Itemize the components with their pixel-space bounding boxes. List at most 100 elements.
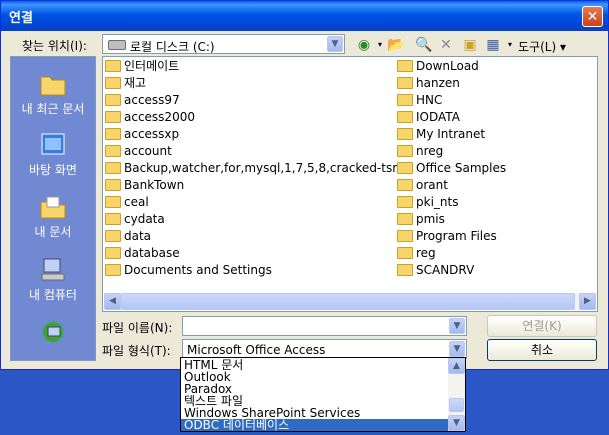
search-web-icon[interactable]: 🔍 [415, 36, 433, 54]
list-item[interactable]: Documents and Settings [105, 262, 272, 279]
place-computer[interactable]: 내 컴퓨터 [11, 257, 95, 303]
folder-icon [105, 246, 121, 259]
list-item[interactable]: 인터메이트 [105, 58, 179, 75]
list-item-label: accessxp [124, 127, 180, 141]
filename-input[interactable]: ▼ [182, 316, 467, 336]
list-item-label: account [124, 144, 172, 158]
cancel-button[interactable]: 취소 [487, 339, 597, 361]
list-item[interactable]: pmis [397, 211, 445, 228]
place-documents[interactable]: 내 문서 [11, 194, 95, 240]
close-button[interactable]: ✕ [582, 6, 603, 27]
list-item[interactable]: pki_nts [397, 194, 458, 211]
title-bar: 연결 ✕ [1, 1, 608, 31]
list-item-label: Documents and Settings [124, 263, 272, 277]
dropdown-option[interactable]: ODBC 데이터베이스 [181, 419, 448, 431]
list-item-label: pmis [416, 212, 445, 226]
place-computer-label: 내 컴퓨터 [29, 288, 77, 302]
dropdown-scrollbar[interactable]: ▲ ▼ [448, 358, 465, 431]
list-item[interactable]: SCANDRV [397, 262, 474, 279]
folder-icon [397, 144, 413, 157]
list-item[interactable]: access97 [105, 92, 180, 109]
places-bar: 내 최근 문서 바탕 화면 내 문서 내 컴퓨터 [10, 56, 96, 361]
list-item[interactable]: Backup,watcher,for,mysql,1,7,5,8,cracked… [105, 160, 405, 177]
filename-label: 파일 이름(N): [102, 321, 173, 335]
list-item-label: orant [416, 178, 448, 192]
folder-icon [397, 161, 413, 174]
views-icon[interactable]: ▦ [484, 36, 502, 54]
tools-menu[interactable]: 도구(L) ▾ [518, 38, 566, 55]
dropdown-scroll-thumb[interactable] [449, 398, 464, 412]
list-item[interactable]: IODATA [397, 109, 460, 126]
list-item[interactable]: nreg [397, 143, 443, 160]
network-icon [42, 321, 64, 343]
scroll-up-icon[interactable]: ▲ [448, 358, 465, 374]
list-item[interactable]: orant [397, 177, 448, 194]
filetype-select[interactable]: Microsoft Office Access ▼ [182, 339, 467, 359]
up-folder-icon[interactable]: 📂 [387, 36, 405, 54]
list-item[interactable]: account [105, 143, 172, 160]
list-item[interactable]: My Intranet [397, 126, 485, 143]
connect-button[interactable]: 연결(K) [487, 315, 597, 337]
folder-icon [397, 212, 413, 225]
list-item-label: database [124, 246, 180, 260]
folder-icon [397, 59, 413, 72]
list-item[interactable]: hanzen [397, 75, 460, 92]
look-in-combo[interactable]: 로컬 디스크 (C:) ▼ [102, 34, 345, 54]
list-item[interactable]: accessxp [105, 126, 179, 143]
scroll-thumb[interactable] [121, 293, 575, 310]
list-item-label: DownLoad [416, 59, 479, 73]
scroll-left-icon[interactable]: ◀ [104, 293, 121, 310]
folder-icon [397, 110, 413, 123]
delete-icon[interactable]: ✕ [437, 36, 455, 54]
list-item[interactable]: reg [397, 245, 436, 262]
place-network[interactable] [11, 319, 95, 348]
my-computer-icon [41, 258, 65, 281]
list-item[interactable]: Office Samples [397, 160, 506, 177]
list-item-label: pki_nts [416, 195, 459, 209]
list-item-label: My Intranet [416, 127, 486, 141]
folder-icon [397, 246, 413, 259]
place-recent[interactable]: 내 최근 문서 [11, 71, 95, 117]
window-title: 연결 [9, 11, 33, 26]
list-item-label: 인터메이트 [124, 59, 180, 73]
folder-icon [397, 93, 413, 106]
list-item[interactable]: ceal [105, 194, 149, 211]
list-item-label: nreg [416, 144, 444, 158]
list-item[interactable]: cydata [105, 211, 165, 228]
chevron-down-icon[interactable]: ▼ [449, 341, 465, 357]
list-item-label: Office Samples [416, 161, 507, 175]
file-list[interactable]: 인터메이트재고 access97 access2000 accessxp account… [102, 56, 598, 312]
list-item[interactable]: Program Files [397, 228, 497, 245]
folder-icon [105, 195, 121, 208]
look-in-label: 찾는 위치(I): [22, 39, 87, 53]
filetype-label: 파일 형식(T): [102, 344, 171, 358]
folder-icon [105, 59, 121, 72]
list-item-label: Program Files [416, 229, 497, 243]
list-item-label: access97 [124, 93, 180, 107]
scroll-right-icon[interactable]: ▶ [579, 293, 596, 310]
list-item-label: cydata [124, 212, 165, 226]
list-item[interactable]: HNC [397, 92, 442, 109]
list-item-label: reg [416, 246, 436, 260]
horizontal-scrollbar[interactable]: ◀ ▶ [104, 293, 596, 310]
my-documents-icon [40, 196, 66, 219]
folder-icon [397, 178, 413, 191]
list-item[interactable]: database [105, 245, 180, 262]
place-recent-label: 내 최근 문서 [21, 102, 85, 116]
list-item-label: IODATA [416, 110, 460, 124]
scroll-down-icon[interactable]: ▼ [448, 415, 465, 431]
list-item[interactable]: access2000 [105, 109, 195, 126]
list-item[interactable]: data [105, 228, 151, 245]
views-dropdown-icon[interactable]: ▾ [501, 36, 519, 54]
folder-icon [105, 93, 121, 106]
place-desktop[interactable]: 바탕 화면 [11, 132, 95, 178]
list-item[interactable]: DownLoad [397, 58, 479, 75]
list-item[interactable]: 재고 [105, 75, 146, 92]
list-item[interactable]: BankTown [105, 177, 184, 194]
filetype-dropdown-list[interactable]: HTML 문서 Outlook Paradox 텍스트 파일 Windows Share… [180, 357, 466, 432]
chevron-down-icon[interactable]: ▼ [449, 318, 465, 334]
new-folder-icon[interactable]: ▣ [461, 36, 479, 54]
look-in-value: 로컬 디스크 (C:) [130, 40, 215, 54]
chevron-down-icon[interactable]: ▼ [327, 36, 343, 52]
place-desktop-label: 바탕 화면 [29, 163, 77, 177]
